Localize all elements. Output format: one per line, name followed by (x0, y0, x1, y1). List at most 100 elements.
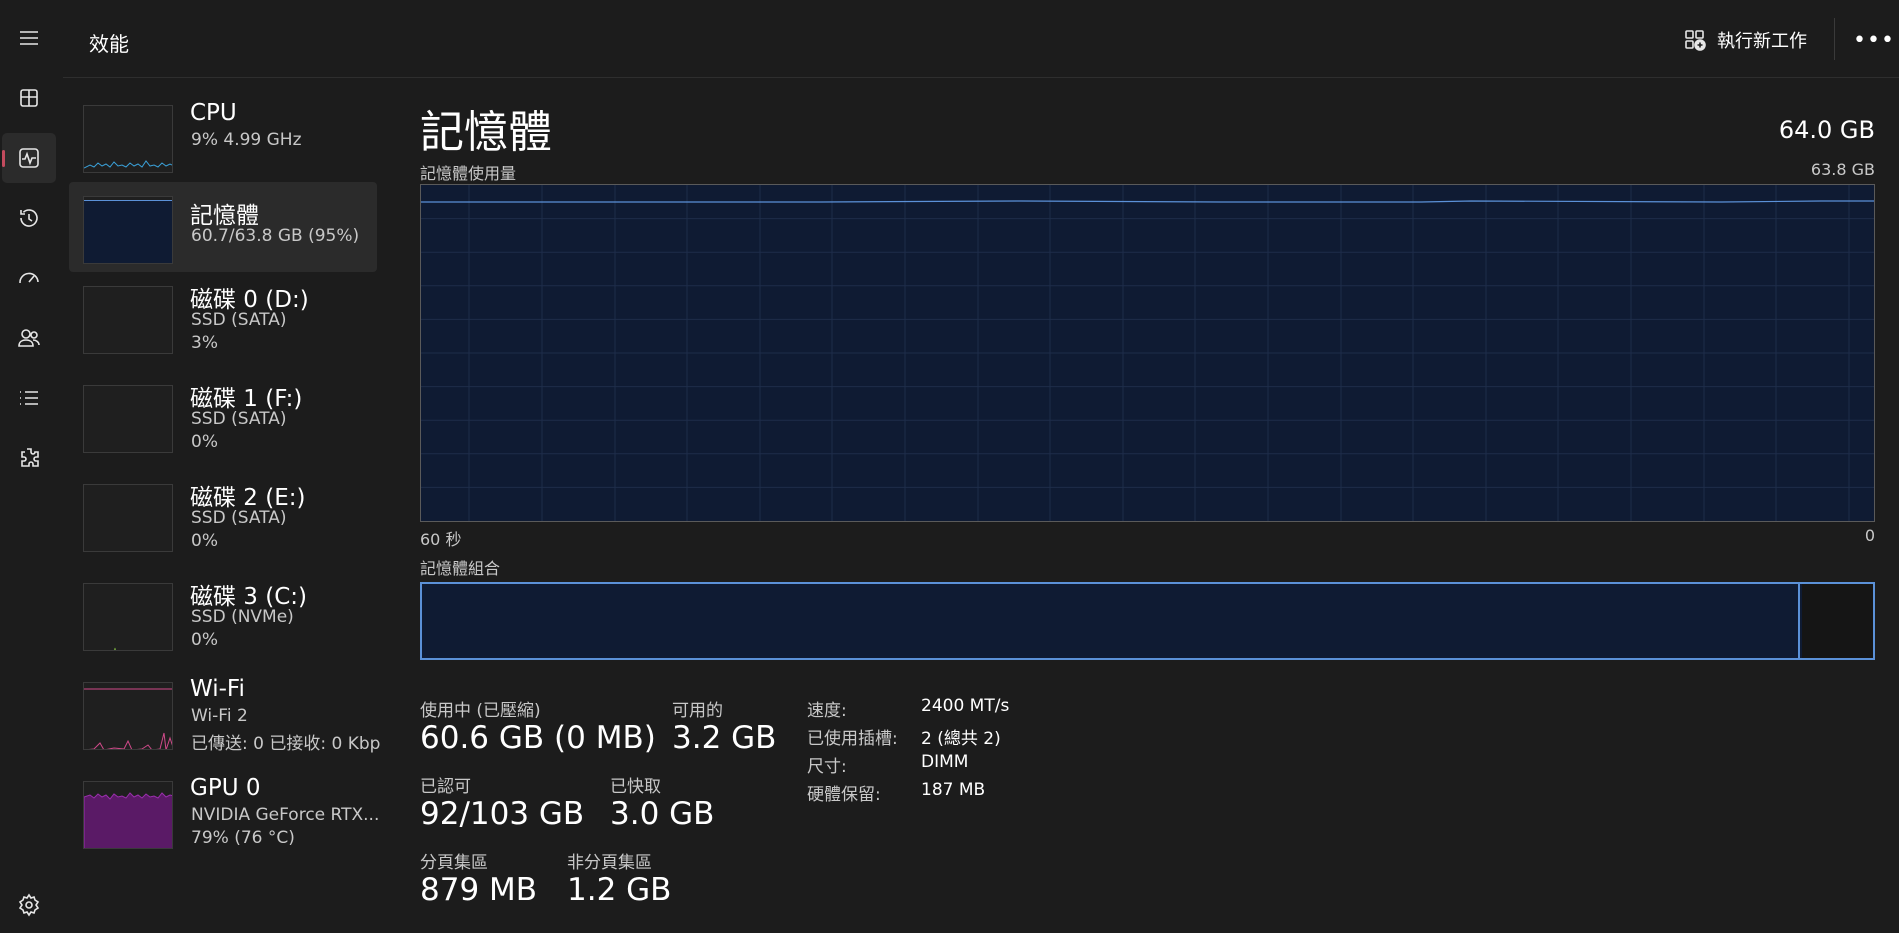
page-title: 效能 (89, 32, 129, 56)
disk-thumbnail-graph (83, 286, 173, 354)
resource-usage: 0% (191, 432, 218, 452)
title-bar: 效能 執行新工作 ••• (63, 0, 1899, 78)
nav-performance[interactable] (2, 133, 56, 183)
resource-detail: SSD (SATA) (191, 508, 287, 528)
resource-disk-2[interactable]: 磁碟 2 (E:) SSD (SATA) 0% (69, 470, 377, 560)
resource-gpu[interactable]: GPU 0 NVIDIA GeForce RTX... 79% (76 °C) (69, 767, 380, 857)
resource-name: 磁碟 2 (E:) (190, 485, 306, 511)
memory-panel: 記憶體 64.0 GB 記憶體使用量 63.8 GB 60 秒 0 記憶體組合 … (420, 78, 1875, 933)
memory-thumbnail-fill (84, 200, 172, 263)
nonpaged-pool-label: 非分頁集區 (567, 853, 652, 873)
run-new-task-button[interactable]: 執行新工作 (1683, 24, 1807, 56)
memory-thumbnail-graph (83, 196, 173, 264)
resource-cpu[interactable]: CPU 9% 4.99 GHz (69, 78, 377, 173)
memory-usage-label: 記憶體使用量 (420, 164, 517, 183)
resource-detail: SSD (SATA) (191, 409, 287, 429)
resource-name: CPU (190, 100, 237, 126)
resource-wifi[interactable]: Wi-Fi Wi-Fi 2 已傳送: 0 已接收: 0 Kbp (69, 668, 381, 758)
resource-name: 磁碟 3 (C:) (190, 584, 308, 610)
app-history-icon (20, 209, 38, 227)
resource-memory[interactable]: 記憶體 60.7/63.8 GB (95%) (69, 182, 377, 272)
nav-startup[interactable] (2, 253, 56, 303)
memory-composition-label: 記憶體組合 (420, 559, 501, 578)
hardware-reserved-value: 187 MB (921, 780, 986, 800)
wifi-thumbnail-graph (83, 682, 173, 750)
resource-disk-1[interactable]: 磁碟 1 (F:) SSD (SATA) 0% (69, 371, 377, 461)
settings-icon (18, 893, 40, 917)
resource-usage: 3% (191, 333, 218, 353)
disk-thumbnail-graph (83, 484, 173, 552)
committed-label: 已認可 (420, 777, 471, 797)
available-label: 可用的 (672, 701, 723, 721)
form-factor-value: DIMM (921, 752, 969, 772)
resource-name: 磁碟 1 (F:) (190, 386, 303, 412)
nav-details[interactable] (2, 373, 56, 423)
details-icon (20, 391, 38, 405)
nav-users[interactable] (2, 313, 56, 363)
in-use-value: 60.6 GB (0 MB) (420, 720, 656, 756)
users-icon (18, 329, 40, 347)
nav-app-history[interactable] (2, 193, 56, 243)
task-manager-window: 效能 執行新工作 ••• CPU 9% 4.99 GHz 記憶體 60.7/63… (0, 0, 1899, 933)
nav-rail (0, 0, 63, 933)
slots-used-label: 已使用插槽: (807, 729, 898, 749)
paged-pool-label: 分頁集區 (420, 853, 488, 873)
memory-total: 64.0 GB (1778, 116, 1875, 144)
graph-time-right: 0 (1864, 526, 1875, 545)
resource-name: GPU 0 (190, 775, 261, 801)
processes-icon (20, 89, 38, 107)
resource-usage: 79% (76 °C) (191, 828, 295, 848)
memory-title: 記憶體 (420, 107, 552, 158)
slots-used-value: 2 (總共 2) (921, 729, 1001, 749)
startup-icon (19, 272, 39, 284)
nav-services[interactable] (2, 433, 56, 483)
paged-pool-value: 879 MB (420, 872, 538, 908)
nav-settings[interactable] (2, 880, 56, 930)
form-factor-label: 尺寸: (807, 757, 847, 777)
performance-icon (19, 148, 39, 168)
resource-name: 記憶體 (190, 203, 259, 229)
resource-usage: 0% (191, 531, 218, 551)
composition-in-use (422, 584, 1800, 658)
resource-disk-3[interactable]: 磁碟 3 (C:) SSD (NVMe) 0% (69, 569, 377, 659)
gpu-thumbnail-graph (83, 781, 173, 849)
in-use-label: 使用中 (已壓縮) (420, 701, 541, 721)
composition-free (1802, 584, 1873, 658)
speed-value: 2400 MT/s (921, 696, 1010, 716)
resource-detail: 9% 4.99 GHz (191, 130, 302, 150)
resource-name: Wi-Fi (190, 676, 245, 702)
menu-icon (20, 31, 38, 45)
header-divider (1834, 18, 1835, 60)
nonpaged-pool-value: 1.2 GB (567, 872, 672, 908)
menu-button[interactable] (2, 13, 56, 63)
resource-usage: 0% (191, 630, 218, 650)
hardware-reserved-label: 硬體保留: (807, 785, 881, 805)
resource-detail: Wi-Fi 2 (191, 706, 248, 726)
cached-value: 3.0 GB (610, 796, 715, 832)
resource-detail: 60.7/63.8 GB (95%) (191, 226, 360, 246)
cpu-thumbnail-graph (83, 105, 173, 173)
resource-name: 磁碟 0 (D:) (190, 287, 309, 313)
available-value: 3.2 GB (672, 720, 777, 756)
nav-processes[interactable] (2, 73, 56, 123)
disk-thumbnail-graph (83, 583, 173, 651)
resource-disk-0[interactable]: 磁碟 0 (D:) SSD (SATA) 3% (69, 272, 377, 362)
services-icon (21, 448, 39, 467)
run-new-task-label: 執行新工作 (1717, 31, 1807, 52)
resource-detail: NVIDIA GeForce RTX... (191, 805, 380, 825)
resource-detail: SSD (SATA) (191, 310, 287, 330)
speed-label: 速度: (807, 701, 847, 721)
resource-detail: SSD (NVMe) (191, 607, 294, 627)
graph-time-left: 60 秒 (420, 530, 462, 549)
more-options-button[interactable]: ••• (1853, 28, 1895, 53)
committed-value: 92/103 GB (420, 796, 585, 832)
memory-usage-max: 63.8 GB (1810, 160, 1875, 179)
new-task-icon (1685, 30, 1706, 51)
disk-thumbnail-graph (83, 385, 173, 453)
cached-label: 已快取 (610, 777, 661, 797)
memory-usage-plot (421, 185, 1874, 521)
resource-list: CPU 9% 4.99 GHz 記憶體 60.7/63.8 GB (95%) 磁… (63, 78, 383, 933)
memory-usage-graph (420, 184, 1875, 522)
resource-usage: 已傳送: 0 已接收: 0 Kbp (191, 734, 381, 754)
memory-composition-bar (420, 582, 1875, 660)
